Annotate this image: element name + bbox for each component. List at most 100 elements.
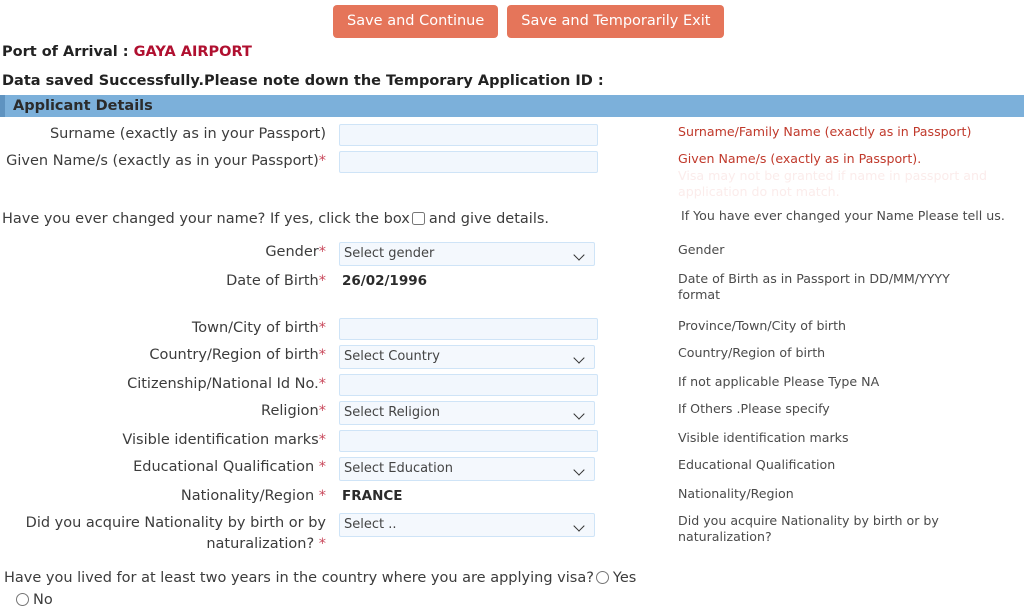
education-required-marker: * bbox=[318, 458, 326, 475]
changed-name-question-tail: and give details. bbox=[428, 210, 550, 227]
port-of-arrival-value: GAYA AIRPORT bbox=[133, 44, 252, 60]
date-of-birth-help-text: Date of Birth as in Passport in DD/MM/YY… bbox=[678, 270, 950, 303]
applicant-details-section-header: Applicant Details bbox=[0, 95, 1024, 117]
nationality-acquired-control: Select .. bbox=[334, 512, 664, 537]
nationality-acquired-select-wrap: Select .. bbox=[339, 512, 595, 537]
row-given-name: Given Name/s (exactly as in your Passpor… bbox=[0, 151, 1024, 201]
nationality-acquired-label-text: Did you acquire Nationality by birth or … bbox=[25, 514, 326, 552]
nationality-control: FRANCE bbox=[334, 486, 664, 507]
given-name-help-faded-text: Visa may not be granted if name in passp… bbox=[678, 167, 987, 200]
save-and-continue-button[interactable]: Save and Continue bbox=[333, 5, 499, 38]
save-and-temporarily-exit-button[interactable]: Save and Temporarily Exit bbox=[507, 5, 725, 38]
date-of-birth-control: 26/02/1996 bbox=[334, 271, 664, 292]
row-nationality: Nationality/Region * FRANCE Nationality/… bbox=[0, 486, 1024, 507]
education-select[interactable]: Select Education bbox=[339, 456, 595, 481]
row-surname: Surname (exactly as in your Passport) Su… bbox=[0, 124, 1024, 146]
country-of-birth-help: Country/Region of birth bbox=[664, 345, 1014, 362]
given-name-help-text: Given Name/s (exactly as in Passport). bbox=[678, 151, 922, 166]
lived-two-years-yes-radio[interactable] bbox=[595, 570, 609, 584]
row-country-of-birth: Country/Region of birth* Select Country … bbox=[0, 344, 1024, 369]
surname-label: Surname (exactly as in your Passport) bbox=[49, 126, 326, 142]
visible-marks-help-text: Visible identification marks bbox=[678, 429, 849, 445]
town-city-of-birth-label-text: Town/City of birth bbox=[191, 319, 319, 336]
date-of-birth-label-text: Date of Birth bbox=[226, 272, 319, 289]
country-of-birth-select-wrap: Select Country bbox=[339, 344, 595, 369]
surname-control bbox=[334, 124, 664, 146]
lived-two-years-question: Have you lived for at least two years in… bbox=[4, 569, 594, 586]
nationality-help: Nationality/Region bbox=[664, 486, 1014, 503]
gender-help-text: Gender bbox=[678, 241, 725, 257]
religion-label: Religion* bbox=[0, 401, 334, 422]
town-city-of-birth-input[interactable] bbox=[339, 317, 598, 340]
nationality-acquired-select[interactable]: Select .. bbox=[339, 512, 595, 537]
town-city-of-birth-control bbox=[334, 317, 664, 340]
date-of-birth-help: Date of Birth as in Passport in DD/MM/YY… bbox=[664, 271, 1014, 304]
country-of-birth-label: Country/Region of birth* bbox=[0, 345, 334, 366]
changed-name-question-block: Have you ever changed your name? If yes,… bbox=[0, 208, 664, 230]
nationality-required-marker: * bbox=[318, 487, 326, 504]
changed-name-question-text: Have you ever changed your name? If yes,… bbox=[2, 210, 410, 227]
row-religion: Religion* Select Religion If Others .Ple… bbox=[0, 400, 1024, 425]
nationality-label: Nationality/Region * bbox=[0, 486, 334, 507]
religion-help: If Others .Please specify bbox=[664, 401, 1014, 418]
religion-control: Select Religion bbox=[334, 400, 664, 425]
citizenship-id-help: If not applicable Please Type NA bbox=[664, 374, 1014, 391]
nationality-value: FRANCE bbox=[342, 487, 403, 504]
town-city-of-birth-help-text: Province/Town/City of birth bbox=[678, 317, 847, 333]
row-gender: Gender* Select gender Gender bbox=[0, 241, 1024, 266]
nationality-acquired-required-marker: * bbox=[318, 535, 326, 552]
nationality-label-text: Nationality/Region bbox=[180, 487, 319, 504]
gender-required-marker: * bbox=[318, 243, 326, 260]
nationality-acquired-help: Did you acquire Nationality by birth or … bbox=[664, 513, 1014, 546]
country-of-birth-required-marker: * bbox=[318, 346, 326, 363]
town-city-of-birth-required-marker: * bbox=[318, 319, 326, 336]
education-select-wrap: Select Education bbox=[339, 456, 595, 481]
port-of-arrival-label: Port of Arrival : bbox=[2, 44, 129, 60]
row-visible-marks: Visible identification marks* Visible id… bbox=[0, 429, 1024, 452]
country-of-birth-help-text: Country/Region of birth bbox=[678, 344, 826, 360]
row-town-city-of-birth: Town/City of birth* Province/Town/City o… bbox=[0, 317, 1024, 340]
applicant-details-form: Surname (exactly as in your Passport) Su… bbox=[0, 124, 1024, 611]
lived-two-years-yes-label: Yes bbox=[612, 569, 637, 586]
citizenship-id-control bbox=[334, 373, 664, 396]
surname-input[interactable] bbox=[339, 124, 598, 146]
nationality-help-text: Nationality/Region bbox=[678, 485, 794, 501]
gender-label-text: Gender bbox=[265, 243, 319, 260]
visible-marks-required-marker: * bbox=[318, 431, 326, 448]
given-name-required-marker: * bbox=[318, 153, 326, 169]
changed-name-checkbox[interactable] bbox=[411, 211, 425, 225]
gender-control: Select gender bbox=[334, 241, 664, 266]
changed-name-help-text: If You have ever changed your Name Pleas… bbox=[681, 207, 1005, 223]
gender-select[interactable]: Select gender bbox=[339, 241, 595, 266]
top-button-bar: Save and Continue Save and Temporarily E… bbox=[0, 0, 1024, 38]
citizenship-id-required-marker: * bbox=[318, 375, 326, 392]
row-changed-name: Have you ever changed your name? If yes,… bbox=[0, 208, 1024, 230]
visible-marks-label: Visible identification marks* bbox=[0, 430, 334, 451]
country-of-birth-select[interactable]: Select Country bbox=[339, 344, 595, 369]
education-help-text: Educational Qualification bbox=[678, 456, 836, 472]
religion-required-marker: * bbox=[318, 402, 326, 419]
country-of-birth-control: Select Country bbox=[334, 344, 664, 369]
gender-help: Gender bbox=[664, 242, 1014, 259]
port-of-arrival: Port of Arrival : GAYA AIRPORT bbox=[0, 38, 1024, 64]
religion-select[interactable]: Select Religion bbox=[339, 400, 595, 425]
given-name-control bbox=[334, 151, 664, 173]
citizenship-id-label-text: Citizenship/National Id No. bbox=[127, 375, 319, 392]
nationality-acquired-label: Did you acquire Nationality by birth or … bbox=[0, 513, 334, 555]
visible-marks-input[interactable] bbox=[339, 429, 598, 452]
education-label-text: Educational Qualification bbox=[133, 458, 319, 475]
surname-help-text: Surname/Family Name (exactly as in Passp… bbox=[678, 124, 972, 139]
status-message: Data saved Successfully.Please note down… bbox=[2, 73, 604, 89]
lived-two-years-no-radio[interactable] bbox=[16, 592, 29, 606]
surname-help: Surname/Family Name (exactly as in Passp… bbox=[664, 124, 1014, 141]
citizenship-id-input[interactable] bbox=[339, 373, 598, 396]
country-of-birth-label-text: Country/Region of birth bbox=[149, 346, 319, 363]
education-help: Educational Qualification bbox=[664, 457, 1014, 474]
visible-marks-label-text: Visible identification marks bbox=[122, 431, 319, 448]
given-name-input[interactable] bbox=[339, 151, 598, 173]
town-city-of-birth-label: Town/City of birth* bbox=[0, 318, 334, 339]
row-lived-two-years: Have you lived for at least two years in… bbox=[0, 567, 700, 611]
religion-select-wrap: Select Religion bbox=[339, 400, 595, 425]
visible-marks-help: Visible identification marks bbox=[664, 430, 1014, 447]
education-label: Educational Qualification * bbox=[0, 457, 334, 478]
